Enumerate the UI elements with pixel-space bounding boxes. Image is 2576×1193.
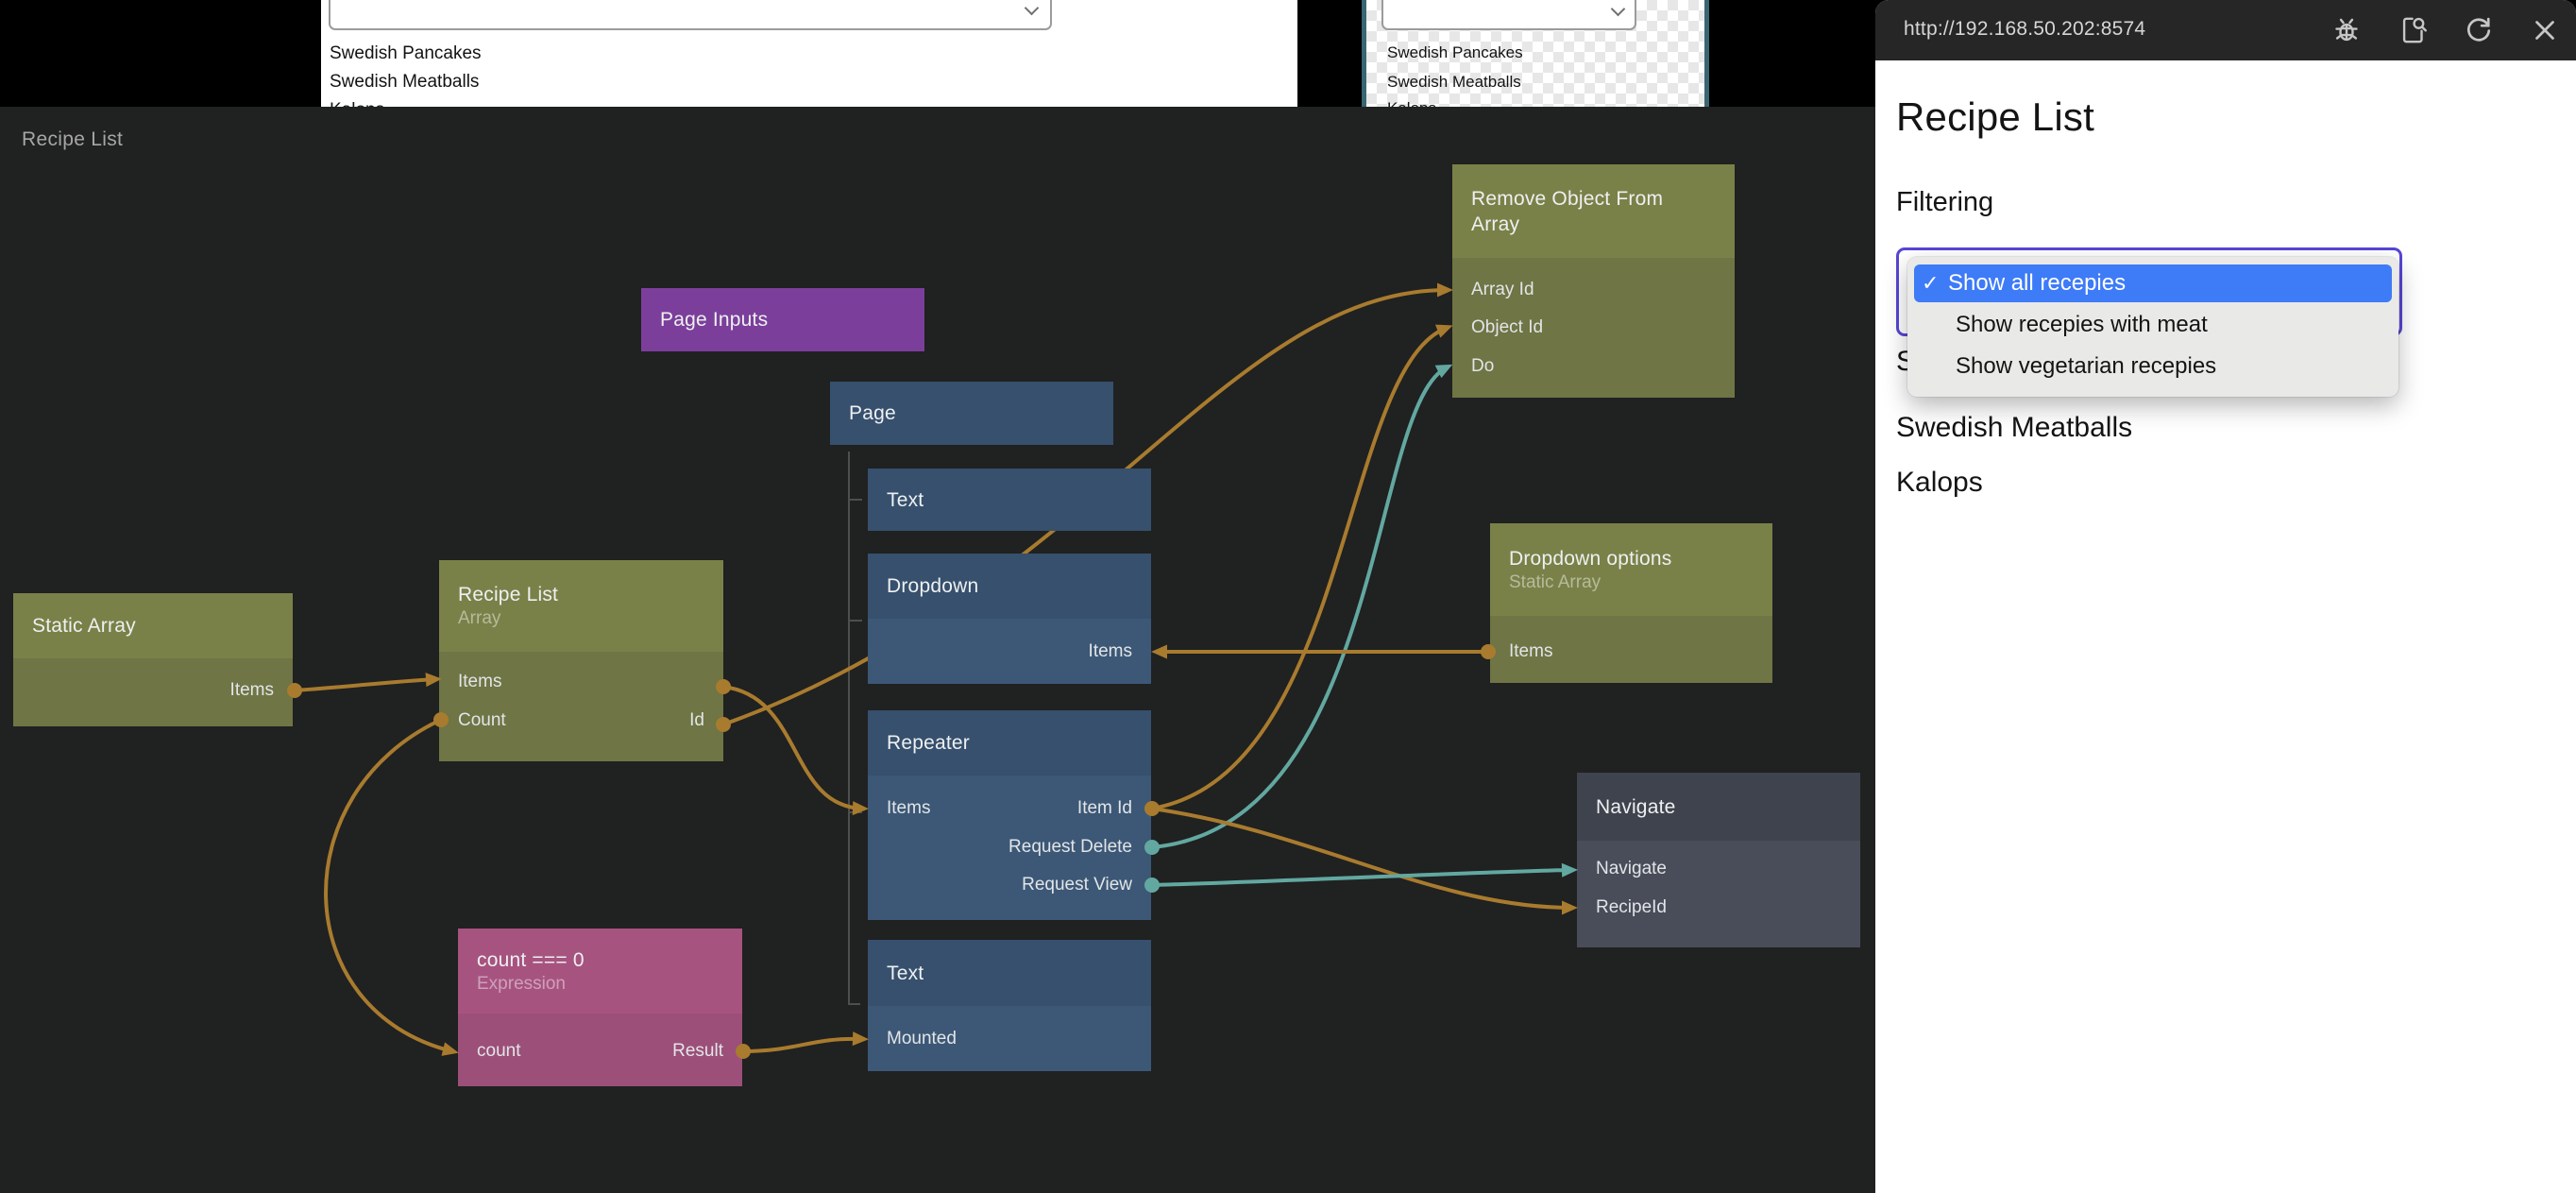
node-header: Text (868, 940, 1151, 1006)
node-dropdown-options[interactable]: Dropdown optionsStatic Array Items (1490, 523, 1772, 683)
port-items[interactable]: Items (887, 796, 930, 821)
node-static-array[interactable]: Static Array Items (13, 593, 293, 726)
node-page[interactable]: Page (830, 382, 1113, 445)
menu-option-show-all[interactable]: ✓ Show all recepies (1914, 264, 2392, 302)
close-icon[interactable] (2529, 14, 2561, 46)
port-mounted[interactable]: Mounted (887, 1027, 957, 1051)
list-item: Swedish Meatballs (1387, 73, 1521, 92)
menu-option-vegetarian[interactable]: Show vegetarian recepies (1914, 348, 2392, 385)
node-header: count === 0Expression (458, 929, 742, 1014)
node-title: Repeater (887, 730, 1132, 756)
port-recipeid[interactable]: RecipeId (1596, 895, 1667, 920)
port-request-delete[interactable]: Request Delete (1008, 835, 1132, 860)
port-items[interactable]: Items (458, 670, 501, 694)
node-header: Dropdown optionsStatic Array (1490, 523, 1772, 616)
node-text-1[interactable]: Text (868, 469, 1151, 531)
recipe-list-item: Swedish Meatballs (1896, 412, 2132, 444)
node-title: count === 0 (477, 947, 723, 973)
list-item: Swedish Pancakes (330, 43, 482, 64)
node-title: Text (887, 961, 1132, 986)
preview-b-filter-select[interactable] (1381, 0, 1636, 30)
list-item: Swedish Pancakes (1387, 43, 1523, 62)
refresh-icon[interactable] (2463, 14, 2495, 46)
node-title: Dropdown options (1509, 546, 1754, 571)
filter-dropdown-menu: ✓ Show all recepies Show recepies with m… (1907, 257, 2398, 397)
page-title: Recipe List (1896, 94, 2094, 140)
node-repeater[interactable]: Repeater Items Item Id Request Delete Reques… (868, 710, 1151, 920)
node-subtitle: Expression (477, 973, 723, 996)
port-object-id[interactable]: Object Id (1471, 315, 1543, 340)
node-title: Page Inputs (660, 307, 906, 332)
port-do[interactable]: Do (1471, 354, 1494, 379)
section-heading: Filtering (1896, 187, 1993, 218)
list-item: Swedish Meatballs (330, 72, 479, 93)
list-item: Kalops (330, 100, 384, 107)
port-items[interactable]: Items (1509, 639, 1552, 664)
node-navigate[interactable]: Navigate Navigate RecipeId (1577, 773, 1860, 947)
node-header: Remove Object From Array (1452, 164, 1735, 258)
port-items[interactable]: Items (230, 678, 274, 703)
port-request-view[interactable]: Request View (1022, 873, 1132, 897)
node-header: Static Array (13, 593, 293, 658)
node-header: Dropdown (868, 554, 1151, 619)
node-expression[interactable]: count === 0Expression count Result (458, 929, 742, 1086)
port-navigate[interactable]: Navigate (1596, 857, 1667, 881)
node-remove-object-from-array[interactable]: Remove Object From Array Array Id Object I… (1452, 164, 1735, 398)
node-title: Remove Object From Array (1471, 186, 1716, 237)
viewport-strip: Swedish Pancakes Swedish Meatballs Kalop… (0, 0, 1875, 107)
checkmark-icon: ✓ (1914, 271, 1948, 296)
node-header: Repeater (868, 710, 1151, 775)
node-header: Navigate (1577, 773, 1860, 841)
chevron-down-icon (1611, 2, 1626, 17)
browser-toolbar: http://192.168.50.202:8574 (1875, 0, 2576, 60)
port-id[interactable]: Id (689, 708, 704, 733)
node-title: Dropdown (887, 573, 1132, 599)
node-title: Navigate (1596, 794, 1841, 820)
node-header: Text (868, 469, 1151, 531)
port-count[interactable]: Count (458, 708, 506, 733)
url-text[interactable]: http://192.168.50.202:8574 (1904, 18, 2145, 41)
menu-option-label: Show all recepies (1948, 270, 2126, 297)
app-preview-viewport-large: Swedish Pancakes Swedish Meatballs Kalop… (321, 0, 1297, 107)
port-count[interactable]: count (477, 1039, 520, 1064)
inspect-page-icon[interactable] (2398, 14, 2430, 46)
node-text-2[interactable]: Text Mounted (868, 940, 1151, 1071)
node-dropdown[interactable]: Dropdown Items (868, 554, 1151, 684)
debug-bug-icon[interactable] (2330, 14, 2363, 46)
list-item: Kalops (1387, 99, 1436, 107)
node-title: Static Array (32, 613, 274, 639)
node-title: Page (849, 401, 1094, 426)
app-preview-viewport-small[interactable]: Swedish Pancakes Swedish Meatballs Kalop… (1362, 0, 1709, 107)
preview-a-filter-select[interactable] (329, 0, 1052, 30)
node-header: Recipe ListArray (439, 560, 723, 652)
node-page-inputs[interactable]: Page Inputs (641, 288, 924, 351)
port-array-id[interactable]: Array Id (1471, 278, 1534, 302)
preview-browser-panel: http://192.168.50.202:8574 (1875, 0, 2576, 1193)
node-subtitle: Array (458, 607, 704, 630)
port-result[interactable]: Result (672, 1039, 723, 1064)
node-title: Text (887, 487, 1132, 513)
chevron-down-icon (1025, 1, 1040, 16)
node-header: Page Inputs (641, 288, 924, 351)
node-subtitle: Static Array (1509, 571, 1754, 594)
menu-option-label: Show vegetarian recepies (1956, 353, 2216, 380)
node-recipe-list[interactable]: Recipe ListArray Items Count Id (439, 560, 723, 761)
menu-option-with-meat[interactable]: Show recepies with meat (1914, 306, 2392, 344)
node-header: Page (830, 382, 1113, 445)
node-title: Recipe List (458, 582, 704, 607)
port-item-id[interactable]: Item Id (1077, 796, 1132, 821)
menu-option-label: Show recepies with meat (1956, 312, 2208, 338)
port-items[interactable]: Items (1089, 639, 1132, 664)
recipe-list-item: Kalops (1896, 467, 1983, 499)
